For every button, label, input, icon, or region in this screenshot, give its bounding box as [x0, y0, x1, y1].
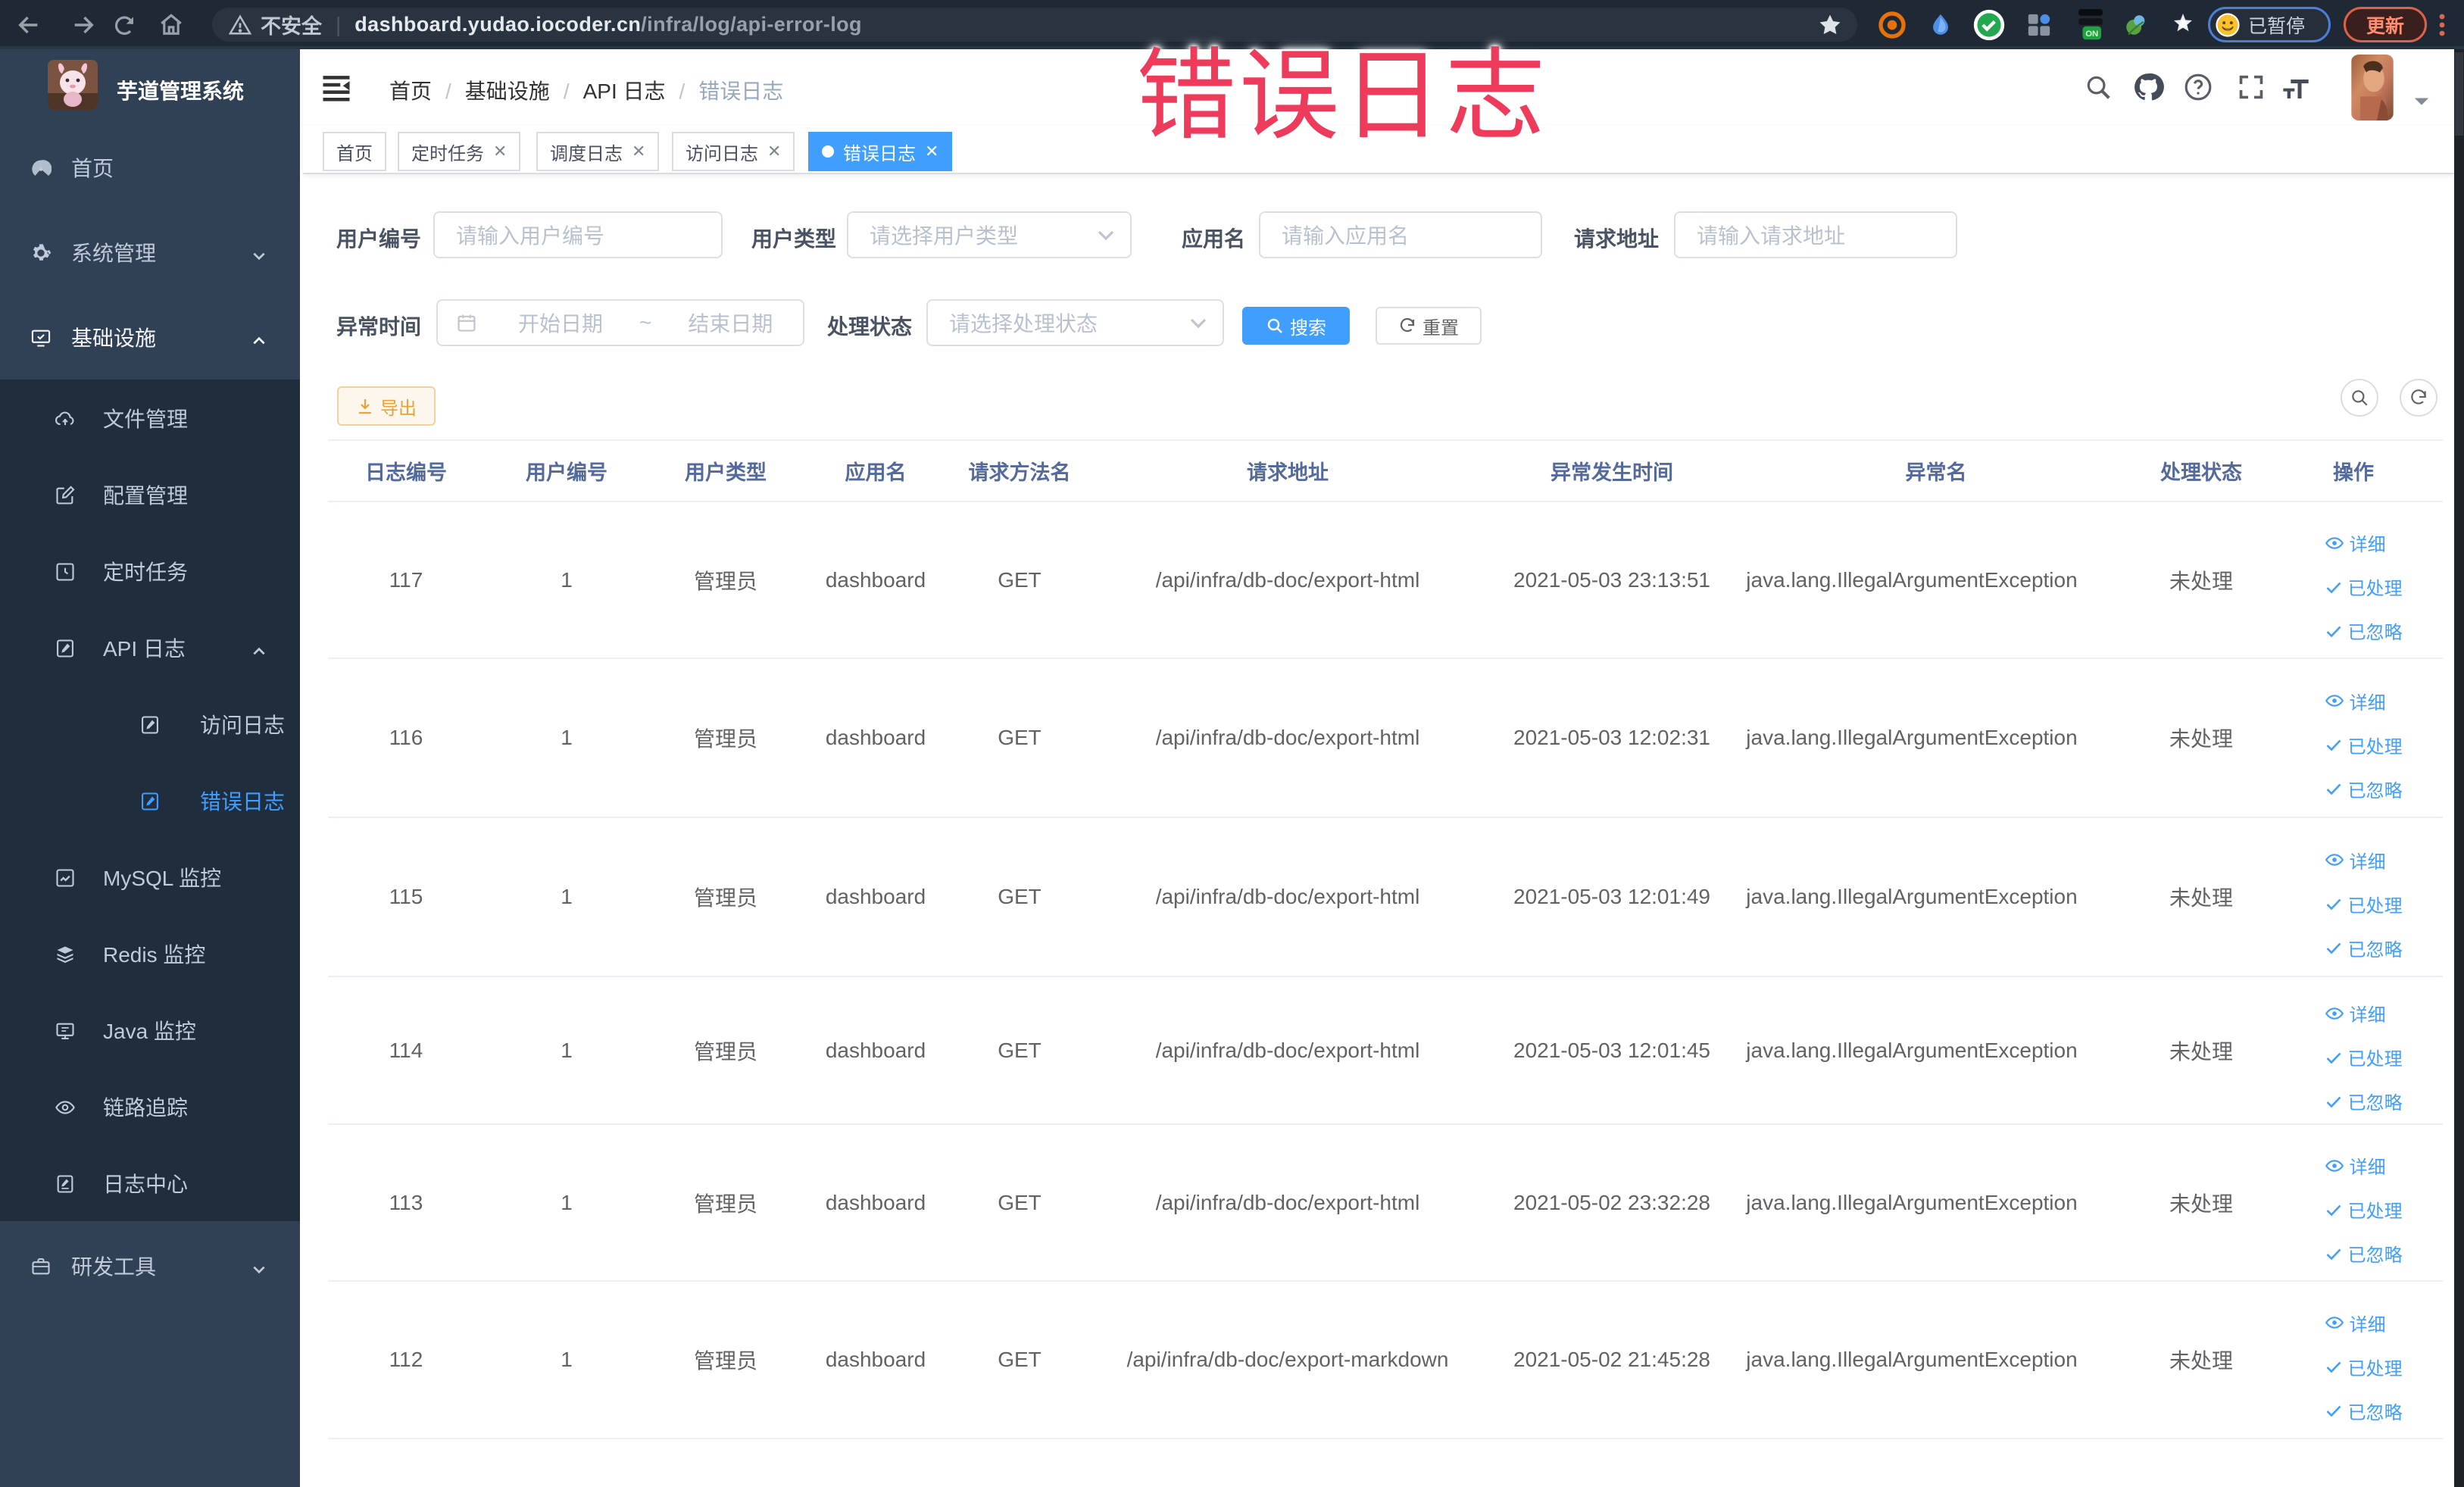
svg-text:ON: ON: [2085, 30, 2098, 39]
